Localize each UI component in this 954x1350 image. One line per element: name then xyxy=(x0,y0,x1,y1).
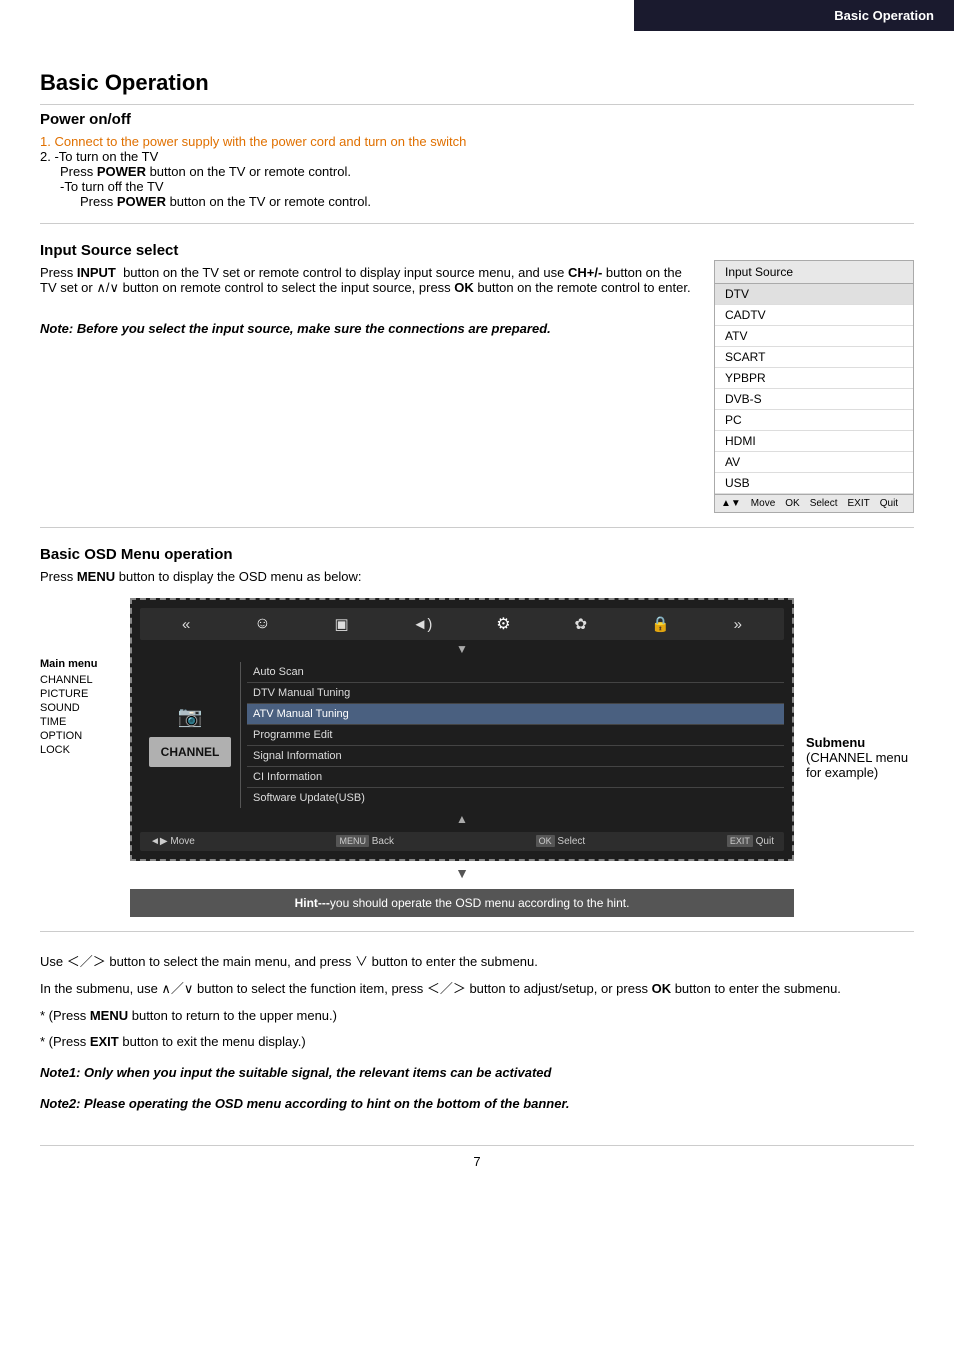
input-select-label: Select xyxy=(810,498,838,509)
power-section-title: Power on/off xyxy=(40,111,914,128)
input-quit-icon: EXIT xyxy=(848,498,870,509)
power-step3: -To turn off the TV xyxy=(40,179,914,194)
input-source-section: Input Source select Input Source DTV CAD… xyxy=(40,242,914,528)
input-source-item-pc: PC xyxy=(715,410,913,431)
input-source-item-dvbs: DVB-S xyxy=(715,389,913,410)
page-title: Basic Operation xyxy=(40,70,914,105)
input-source-item-hdmi: HDMI xyxy=(715,431,913,452)
page-number: 7 xyxy=(40,1145,914,1169)
main-menu-item-sound: SOUND xyxy=(40,702,125,714)
sm-atv-manual: ATV Manual Tuning xyxy=(247,704,784,725)
section-header-label: Basic Operation xyxy=(834,8,934,23)
sm-signal-info: Signal Information xyxy=(247,746,784,767)
main-menu-label-title: Main menu xyxy=(40,658,125,670)
main-menu-item-lock: LOCK xyxy=(40,744,125,756)
osd-section: Basic OSD Menu operation Press MENU butt… xyxy=(40,546,914,932)
power-step1: 1. Connect to the power supply with the … xyxy=(40,134,914,149)
osd-diagram: Main menu CHANNEL PICTURE SOUND TIME OPT… xyxy=(40,598,914,917)
input-source-item-dtv: DTV xyxy=(715,284,913,305)
osd-submenu-col: Auto Scan DTV Manual Tuning ATV Manual T… xyxy=(240,662,784,808)
sm-auto-scan: Auto Scan xyxy=(247,662,784,683)
input-source-footer: ▲▼ Move OK Select EXIT Quit xyxy=(715,494,913,512)
sm-prog-edit: Programme Edit xyxy=(247,725,784,746)
icon-prev: « xyxy=(182,616,190,633)
submenu-sublabel2: for example) xyxy=(806,765,914,780)
channel-label: CHANNEL xyxy=(149,737,232,767)
bottom-text: Use ＜／＞ button to select the main menu, … xyxy=(40,952,914,1115)
osd-arrow-up-bottom: ▲ xyxy=(140,812,784,826)
osd-inner: 📷 CHANNEL Auto Scan DTV Manual Tuning AT… xyxy=(140,662,784,808)
osd-center-area: « ☺ ▣ ◄) ⚙ ✿ 🔒 » ▼ xyxy=(130,598,794,917)
main-menu-item-picture: PICTURE xyxy=(40,688,125,700)
main-menu-item-option: OPTION xyxy=(40,730,125,742)
page-number-value: 7 xyxy=(473,1154,480,1169)
osd-move-ctrl: ◄▶ Move xyxy=(150,836,195,847)
input-source-title: Input Source select xyxy=(40,242,914,259)
osd-section-body: Press MENU button to display the OSD men… xyxy=(40,569,914,584)
osd-select-ctrl: OK Select xyxy=(536,836,586,847)
osd-icon-bar: « ☺ ▣ ◄) ⚙ ✿ 🔒 » xyxy=(140,608,784,640)
main-menu-item-channel: CHANNEL xyxy=(40,674,125,686)
icon-face: ☺ xyxy=(254,615,270,633)
bottom-note2: Note2: Please operating the OSD menu acc… xyxy=(40,1094,914,1115)
input-source-item-scart: SCART xyxy=(715,347,913,368)
submenu-right-label: Submenu (CHANNEL menu for example) xyxy=(794,598,914,917)
power-step3-detail: Press POWER button on the TV or remote c… xyxy=(40,194,914,209)
osd-bottom-bar: ◄▶ Move MENU Back OK Select EXIT Quit xyxy=(140,832,784,851)
camera-icon: 📷 xyxy=(149,704,232,729)
osd-arrow-down-top: ▼ xyxy=(140,642,784,656)
bottom-bullet1: * (Press MENU button to return to the up… xyxy=(40,1006,914,1027)
input-source-item-av: AV xyxy=(715,452,913,473)
input-move-label: Move xyxy=(751,498,775,509)
input-move-icon: ▲▼ xyxy=(721,498,741,509)
power-step2: 2. -To turn on the TV xyxy=(40,149,914,164)
icon-screen: ▣ xyxy=(334,615,348,633)
hint-text: you should operate the OSD menu accordin… xyxy=(330,896,630,910)
page-section-header: Basic Operation xyxy=(634,0,954,31)
main-menu-labels: Main menu CHANNEL PICTURE SOUND TIME OPT… xyxy=(40,598,130,917)
osd-channel-col: 📷 CHANNEL xyxy=(140,662,240,808)
osd-section-title: Basic OSD Menu operation xyxy=(40,546,914,563)
hint-banner: Hint---you should operate the OSD menu a… xyxy=(130,889,794,917)
input-source-item-atv: ATV xyxy=(715,326,913,347)
bottom-line2: In the submenu, use ∧／∨ button to select… xyxy=(40,979,914,1000)
icon-next: » xyxy=(734,616,742,633)
input-select-icon: OK xyxy=(785,498,799,509)
bottom-line1: Use ＜／＞ button to select the main menu, … xyxy=(40,952,914,973)
sm-software-update: Software Update(USB) xyxy=(247,788,784,808)
osd-arrow-down-bottom: ▼ xyxy=(130,865,794,881)
icon-lock: 🔒 xyxy=(651,615,670,633)
icon-sound: ◄) xyxy=(413,616,433,633)
osd-quit-ctrl: EXIT Quit xyxy=(727,836,774,847)
icon-flower: ✿ xyxy=(575,615,588,633)
icon-gear: ⚙ xyxy=(496,614,510,634)
submenu-label: Submenu xyxy=(806,735,914,750)
sm-dtv-manual: DTV Manual Tuning xyxy=(247,683,784,704)
power-step2-detail: Press POWER button on the TV or remote c… xyxy=(40,164,914,179)
bottom-note1: Note1: Only when you input the suitable … xyxy=(40,1063,914,1084)
input-source-item-usb: USB xyxy=(715,473,913,494)
sm-ci-info: CI Information xyxy=(247,767,784,788)
bottom-bullet2: * (Press EXIT button to exit the menu di… xyxy=(40,1032,914,1053)
input-source-panel: Input Source DTV CADTV ATV SCART YPBPR D… xyxy=(714,260,914,513)
input-source-item-cadtv: CADTV xyxy=(715,305,913,326)
main-menu-item-time: TIME xyxy=(40,716,125,728)
submenu-sublabel: (CHANNEL menu xyxy=(806,750,914,765)
input-quit-label: Quit xyxy=(880,498,898,509)
input-source-item-ypbpr: YPBPR xyxy=(715,368,913,389)
osd-frame: « ☺ ▣ ◄) ⚙ ✿ 🔒 » ▼ xyxy=(130,598,794,861)
power-section: Power on/off 1. Connect to the power sup… xyxy=(40,111,914,224)
osd-back-ctrl: MENU Back xyxy=(336,836,394,847)
input-source-panel-header: Input Source xyxy=(715,261,913,284)
